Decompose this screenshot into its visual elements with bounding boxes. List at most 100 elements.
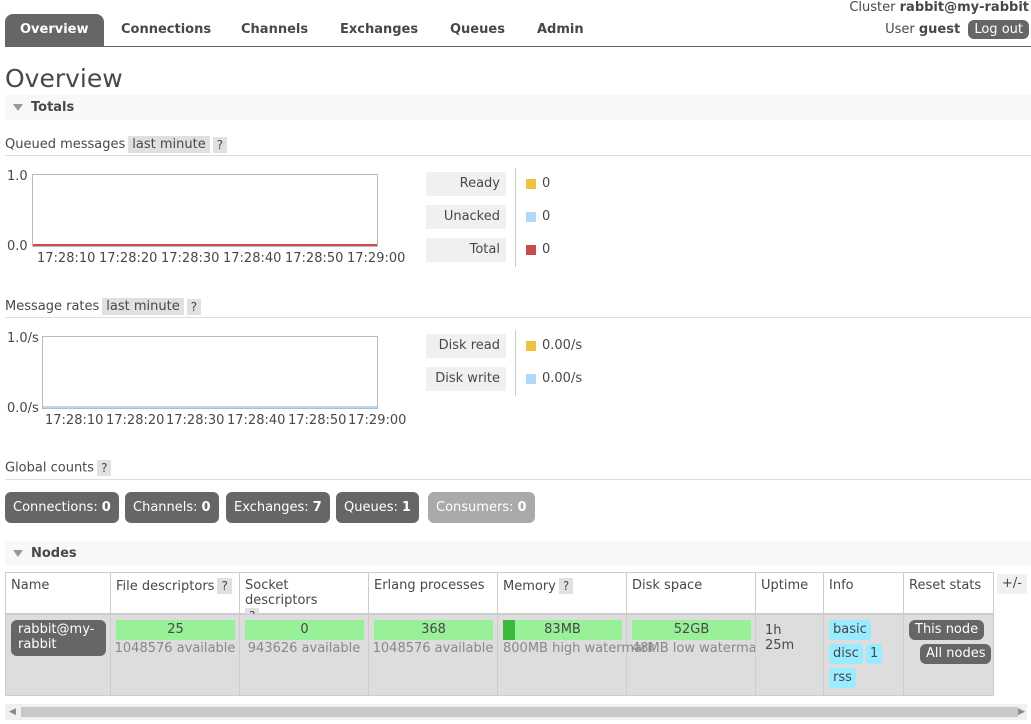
user-info: User guest Log out [885,20,1029,39]
sd-used-bar: 0 [245,620,364,640]
sd-header-label: Socket descriptors [245,578,318,608]
nodes-section-header[interactable]: Nodes [5,541,1031,566]
total-swatch-icon [526,244,536,255]
scrollbar-thumb[interactable] [21,707,1018,717]
fd-cell: 25 1048576 available [110,614,240,696]
global-help-icon[interactable]: ? [97,460,112,476]
horizontal-scrollbar[interactable]: ◀ ▶ [5,704,1027,720]
memory-used-bar: 83MB [503,620,622,640]
legend-total-value: 0 [526,238,550,262]
message-rates-label: Message rates [5,299,100,314]
queued-x-tick: 17:29:00 [347,251,406,266]
col-header-socket-descriptors: Socket descriptors? [239,572,369,624]
memory-cell: 83MB 800MB high watermark [497,614,655,696]
columns-toggle-button[interactable]: +/- [997,574,1027,594]
info-cell: basic disc 1 rss [823,614,904,696]
channels-count-label: Channels: [133,500,198,515]
rates-x-tick: 17:28:10 [45,413,104,428]
consumers-count-button[interactable]: Consumers: 0 [428,492,535,523]
ready-swatch-icon [526,178,536,189]
disk-write-swatch-icon [526,373,536,384]
col-header-name: Name [5,572,111,614]
rates-y-max: 1.0/s [7,331,39,346]
col-header-erlang-processes: Erlang processes [368,572,498,614]
reset-all-nodes-button[interactable]: All nodes [920,644,992,664]
rates-help-icon[interactable]: ? [186,298,202,315]
legend-disk-read-label: Disk read [426,334,506,358]
memory-watermark: 800MB high watermark [503,641,655,656]
message-rates-chart [42,336,378,409]
fd-available: 1048576 available [114,641,236,656]
tab-overview[interactable]: Overview [5,14,104,46]
legend-disk-write-value: 0.00/s [526,367,582,391]
tab-connections[interactable]: Connections [121,14,211,46]
channels-count-button[interactable]: Channels: 0 [125,492,219,523]
rates-x-tick: 17:28:20 [106,413,165,428]
rates-range-selector[interactable]: last minute [102,298,184,315]
info-tag-count: 1 [866,644,883,664]
reset-stats-cell: This node All nodes [903,614,994,696]
legend-disk-write-label: Disk write [426,367,506,391]
scroll-right-arrow-icon[interactable]: ▶ [1018,707,1025,717]
connections-count-button[interactable]: Connections: 0 [5,492,119,523]
sd-available: 943626 available [247,641,361,656]
erlang-used-bar: 368 [374,620,493,640]
legend-total-label: Total [426,238,506,262]
rates-x-tick: 17:28:30 [166,413,225,428]
fd-help-icon[interactable]: ? [217,578,232,594]
queued-messages-header: Queued messages last minute? [5,136,1031,156]
info-tag-rss: rss [829,668,856,688]
fd-header-label: File descriptors [116,579,215,594]
sd-cell: 0 943626 available [239,614,369,696]
col-header-reset-stats: Reset stats [903,572,994,614]
col-header-info: Info [823,572,904,614]
exchanges-count-label: Exchanges: [234,500,309,515]
global-counts-header: Global counts? [5,460,1031,480]
disk-write-value: 0.00/s [542,371,583,386]
rates-disk-write-series-line [43,406,377,408]
cluster-info: Cluster rabbit@my-rabbit [849,0,1029,15]
queued-help-icon[interactable]: ? [212,136,228,153]
reset-this-node-button[interactable]: This node [909,620,985,640]
mem-header-label: Memory [503,579,556,594]
tab-admin[interactable]: Admin [537,14,584,46]
queues-count-button[interactable]: Queues: 1 [336,492,419,523]
ready-value: 0 [542,176,551,191]
col-header-uptime: Uptime [755,572,824,614]
collapse-triangle-icon [13,104,23,111]
total-value: 0 [542,242,551,257]
connections-count-label: Connections: [13,500,98,515]
message-rates-header: Message rates last minute? [5,298,1031,318]
col-header-file-descriptors: File descriptors? [110,572,240,614]
queues-count-label: Queues: [344,500,398,515]
queued-range-selector[interactable]: last minute [128,136,210,153]
nodes-title: Nodes [31,546,77,561]
disk-read-swatch-icon [526,340,536,351]
erlang-available: 1048576 available [372,641,494,656]
disk-read-value: 0.00/s [542,338,583,353]
queued-x-tick: 17:28:10 [37,251,96,266]
rates-y-min: 0.0/s [7,401,39,416]
consumers-count-value: 0 [517,500,527,515]
queued-x-tick: 17:28:30 [161,251,220,266]
queued-y-min: 0.0 [7,239,28,254]
unacked-swatch-icon [526,211,536,222]
totals-section-header[interactable]: Totals [5,95,1031,120]
tab-exchanges[interactable]: Exchanges [340,14,418,46]
exchanges-count-button[interactable]: Exchanges: 7 [226,492,330,523]
tab-queues[interactable]: Queues [450,14,505,46]
queued-messages-chart [32,174,378,247]
logout-button[interactable]: Log out [968,20,1029,39]
scroll-left-arrow-icon[interactable]: ◀ [9,707,16,717]
totals-title: Totals [31,100,75,115]
cluster-name: rabbit@my-rabbit [899,0,1029,15]
col-header-memory: Memory? [497,572,627,614]
consumers-count-label: Consumers: [436,500,514,515]
user-label: User [885,22,915,37]
cluster-label: Cluster [849,0,896,15]
memory-help-icon[interactable]: ? [558,578,574,594]
queued-x-tick: 17:28:50 [285,251,344,266]
tab-channels[interactable]: Channels [241,14,308,46]
node-name-button[interactable]: rabbit@my-rabbit [11,620,106,656]
memory-fill-indicator [503,620,515,640]
